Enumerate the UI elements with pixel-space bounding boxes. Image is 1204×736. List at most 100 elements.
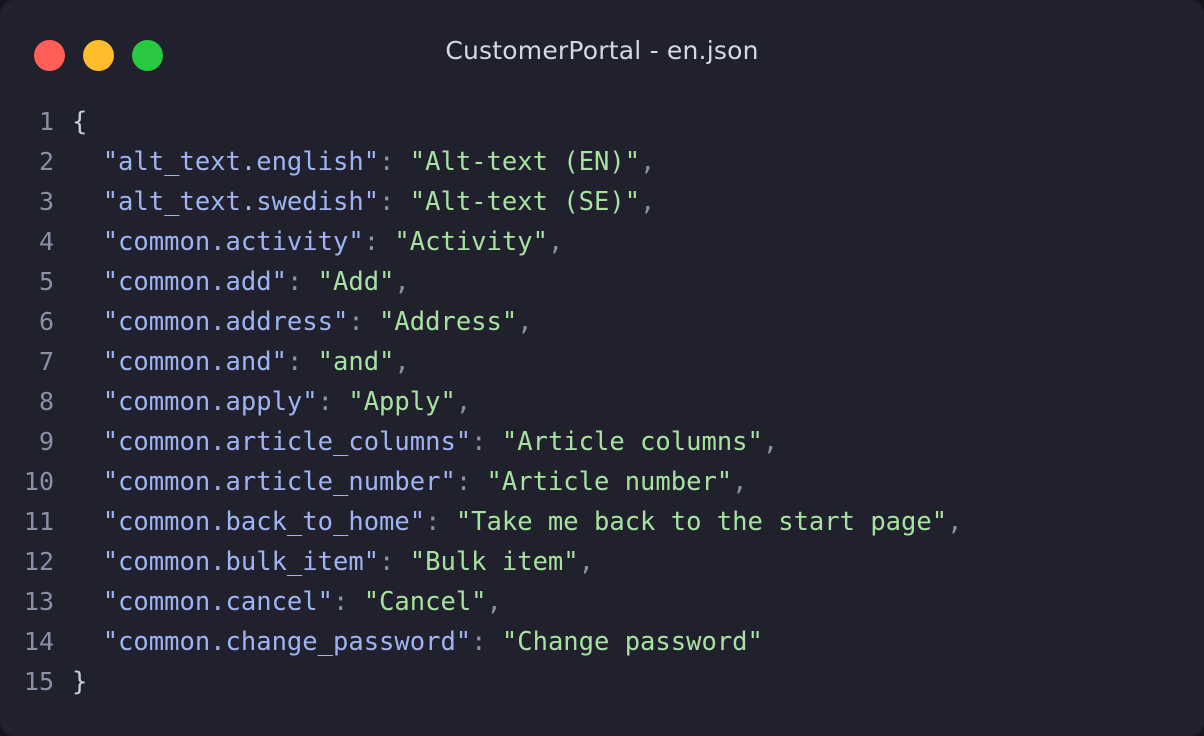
json-colon: :: [471, 627, 487, 657]
code-line-content: "common.apply": "Apply",: [72, 382, 471, 422]
json-comma: ,: [394, 267, 410, 297]
json-key: "common.back_to_home": [72, 507, 426, 537]
json-comma: ,: [517, 307, 533, 337]
line-number: 4: [38, 227, 54, 256]
json-comma: ,: [455, 387, 472, 417]
json-comma: ,: [640, 147, 656, 177]
json-colon: :: [317, 387, 333, 417]
code-editor[interactable]: 1{2 "alt_text.english": "Alt-text (EN)",…: [0, 98, 1204, 736]
code-line-content: "common.add": "Add",: [72, 262, 410, 302]
json-colon: :: [333, 587, 349, 617]
code-line[interactable]: 11 "common.back_to_home": "Take me back …: [0, 502, 1204, 542]
line-number: 5: [38, 267, 54, 296]
json-colon: :: [379, 187, 395, 217]
code-line[interactable]: 14 "common.change_password": "Change pas…: [0, 622, 1204, 662]
code-lines-container: 1{2 "alt_text.english": "Alt-text (EN)",…: [0, 102, 1204, 702]
code-line[interactable]: 10 "common.article_number": "Article num…: [0, 462, 1204, 502]
line-number: 1: [38, 107, 54, 136]
line-number: 2: [38, 147, 54, 176]
line-number: 8: [38, 387, 54, 416]
line-number: 6: [38, 307, 54, 336]
code-line-content: "common.change_password": "Change passwo…: [72, 622, 763, 662]
code-line[interactable]: 12 "common.bulk_item": "Bulk item",: [0, 542, 1204, 582]
json-string-value: "Activity": [379, 227, 548, 257]
code-line[interactable]: 1{: [0, 102, 1204, 142]
json-string-value: "Address": [363, 307, 518, 337]
json-comma: ,: [394, 347, 410, 377]
code-line[interactable]: 13 "common.cancel": "Cancel",: [0, 582, 1204, 622]
json-colon: :: [379, 547, 395, 577]
code-line-content: "common.address": "Address",: [72, 302, 533, 342]
json-colon: :: [286, 267, 303, 297]
json-string-value: "Apply": [333, 387, 456, 417]
line-number: 13: [23, 587, 54, 616]
code-line-content: "common.bulk_item": "Bulk item",: [72, 542, 594, 582]
json-key: "common.article_number": [72, 467, 456, 497]
code-line-content: "alt_text.swedish": "Alt-text (SE)",: [72, 182, 656, 222]
json-key: "common.address": [72, 307, 349, 337]
line-number: 14: [23, 627, 54, 656]
code-line-content: "common.article_number": "Article number…: [72, 462, 748, 502]
code-line-content: "common.and": "and",: [72, 342, 410, 382]
json-colon: :: [471, 427, 487, 457]
json-colon: :: [425, 507, 441, 537]
json-colon: :: [455, 467, 472, 497]
json-colon: :: [286, 347, 303, 377]
json-key: "alt_text.english": [72, 147, 380, 177]
json-string-value: "Alt-text (SE)": [394, 187, 641, 217]
code-line-content: }: [72, 662, 87, 702]
json-string-value: "Article columns": [486, 427, 763, 457]
line-number: 9: [38, 427, 54, 456]
json-key: "common.bulk_item": [72, 547, 380, 577]
json-brace: {: [72, 107, 88, 137]
editor-window: CustomerPortal - en.json 1{2 "alt_text.e…: [0, 0, 1204, 736]
json-comma: ,: [486, 587, 502, 617]
json-comma: ,: [547, 227, 564, 257]
json-comma: ,: [640, 187, 656, 217]
json-string-value: "Change password": [486, 627, 763, 657]
json-string-value: "Take me back to the start page": [440, 507, 948, 537]
line-number: 3: [38, 187, 54, 216]
json-comma: ,: [578, 547, 594, 577]
code-line[interactable]: 3 "alt_text.swedish": "Alt-text (SE)",: [0, 182, 1204, 222]
json-key: "common.cancel": [72, 587, 333, 617]
code-line[interactable]: 4 "common.activity": "Activity",: [0, 222, 1204, 262]
code-line[interactable]: 5 "common.add": "Add",: [0, 262, 1204, 302]
json-string-value: "Bulk item": [394, 547, 579, 577]
json-key: "common.activity": [72, 227, 364, 257]
code-line-content: "alt_text.english": "Alt-text (EN)",: [72, 142, 656, 182]
json-key: "common.apply": [72, 387, 318, 417]
json-colon: :: [348, 307, 364, 337]
json-string-value: "Cancel": [348, 587, 487, 617]
json-key: "common.and": [72, 347, 287, 377]
json-key: "common.add": [72, 267, 287, 297]
json-comma: ,: [732, 467, 748, 497]
code-line[interactable]: 6 "common.address": "Address",: [0, 302, 1204, 342]
json-string-value: "Add": [302, 267, 395, 297]
code-line-content: {: [72, 102, 87, 142]
line-number: 7: [38, 347, 54, 376]
code-line[interactable]: 8 "common.apply": "Apply",: [0, 382, 1204, 422]
json-brace: }: [72, 667, 88, 697]
line-number: 11: [23, 507, 54, 536]
json-string-value: "and": [302, 347, 395, 377]
line-number: 15: [23, 667, 54, 696]
code-line[interactable]: 15}: [0, 662, 1204, 702]
code-line-content: "common.activity": "Activity",: [72, 222, 564, 262]
json-string-value: "Article number": [471, 467, 733, 497]
window-title: CustomerPortal - en.json: [445, 36, 759, 65]
json-string-value: "Alt-text (EN)": [394, 147, 641, 177]
line-number: 10: [23, 467, 54, 496]
json-key: "common.article_columns": [72, 427, 472, 457]
json-colon: :: [363, 227, 380, 257]
json-key: "common.change_password": [72, 627, 472, 657]
code-line[interactable]: 2 "alt_text.english": "Alt-text (EN)",: [0, 142, 1204, 182]
code-line[interactable]: 7 "common.and": "and",: [0, 342, 1204, 382]
json-comma: ,: [947, 507, 963, 537]
code-line-content: "common.cancel": "Cancel",: [72, 582, 502, 622]
json-colon: :: [379, 147, 395, 177]
code-line-content: "common.back_to_home": "Take me back to …: [72, 502, 963, 542]
line-number: 12: [23, 547, 54, 576]
code-line[interactable]: 9 "common.article_columns": "Article col…: [0, 422, 1204, 462]
code-line-content: "common.article_columns": "Article colum…: [72, 422, 779, 462]
